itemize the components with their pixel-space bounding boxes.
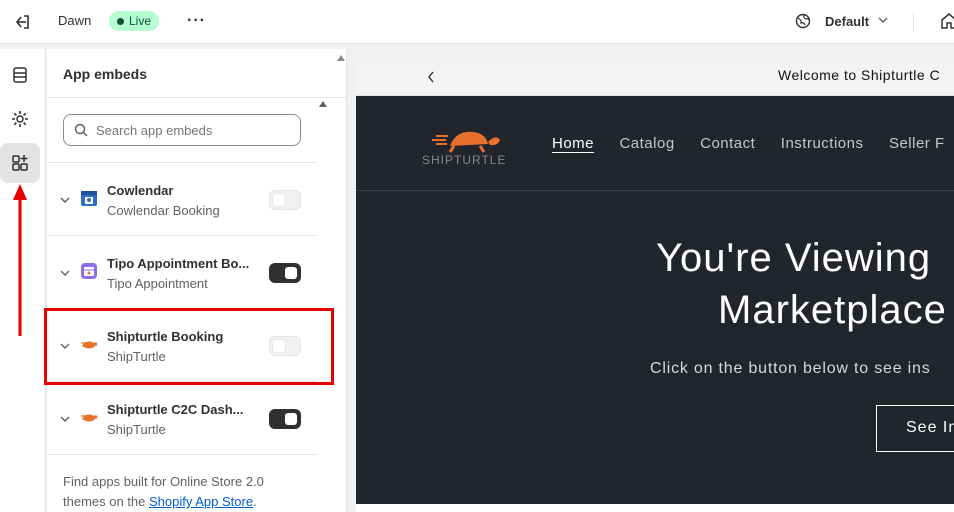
app-name: Cowlendar <box>107 183 174 198</box>
app-name: Tipo Appointment Bo... <box>107 256 250 271</box>
highlight-box <box>44 308 334 385</box>
chevron-down-icon[interactable] <box>60 195 70 205</box>
exit-icon[interactable] <box>12 12 32 32</box>
scroll-up-icon[interactable] <box>319 101 327 107</box>
app-name: Shipturtle C2C Dash... <box>107 402 244 417</box>
gear-icon[interactable] <box>9 108 31 130</box>
panel-title: App embeds <box>63 66 148 82</box>
chevron-left-icon[interactable] <box>426 70 436 84</box>
divider <box>47 97 347 98</box>
divider <box>913 12 914 32</box>
nav-catalog[interactable]: Catalog <box>619 135 674 152</box>
list-item-shipturtle-c2c[interactable]: Shipturtle C2C Dash... ShipTurtle <box>47 381 317 454</box>
nav-home[interactable]: Home <box>552 135 594 152</box>
shipturtle-logo-icon <box>81 414 98 422</box>
search-input[interactable] <box>63 114 301 146</box>
enable-toggle[interactable] <box>269 409 301 429</box>
nav-contact[interactable]: Contact <box>700 135 755 152</box>
list-item-tipo-appointment[interactable]: Tipo Appointment Bo... Tipo Appointment <box>47 235 317 308</box>
hero-heading-line1: You're Viewing <box>656 236 932 280</box>
tipo-logo-icon <box>81 263 97 279</box>
arrow-annotation <box>13 184 27 336</box>
chevron-down-icon[interactable] <box>877 14 889 26</box>
app-provider: ShipTurtle <box>107 422 166 437</box>
theme-name: Dawn <box>58 13 92 28</box>
hero-heading-line2: Marketplace <box>718 288 947 332</box>
home-icon[interactable] <box>940 12 954 30</box>
app-provider: Cowlendar Booking <box>107 203 220 218</box>
site-header: SHIPTURTLE Home Catalog Contact Instruct… <box>356 96 954 191</box>
cowlendar-logo-icon <box>81 191 97 206</box>
chevron-down-icon[interactable] <box>60 414 70 424</box>
footnote: Find apps built for Online Store 2.0 the… <box>63 472 303 512</box>
announcement-text: Welcome to Shipturtle C <box>778 67 941 83</box>
app-embeds-panel: App embeds Cowlendar Cowlendar Booking T… <box>47 49 347 512</box>
scroll-up-icon[interactable] <box>337 55 345 61</box>
store-preview: Welcome to Shipturtle C SHIPTURTLE Home … <box>356 59 954 512</box>
footnote-end: . <box>253 494 257 509</box>
enable-toggle[interactable] <box>269 190 301 210</box>
app-provider: Tipo Appointment <box>107 276 208 291</box>
site-nav: Home Catalog Contact Instructions Seller… <box>552 135 954 153</box>
shipturtle-brand-logo[interactable]: SHIPTURTLE <box>422 124 514 166</box>
announcement-bar: Welcome to Shipturtle C <box>356 59 954 96</box>
live-status-badge: Live <box>109 11 160 31</box>
hero-cta-button[interactable]: See In <box>876 405 954 452</box>
globe-icon[interactable] <box>795 13 811 29</box>
search-icon <box>74 123 88 137</box>
shopify-app-store-link[interactable]: Shopify App Store <box>149 494 253 509</box>
view-selector[interactable]: Default <box>825 14 869 29</box>
brand-wordmark: SHIPTURTLE <box>422 153 506 166</box>
site-body: SHIPTURTLE Home Catalog Contact Instruct… <box>356 96 954 504</box>
divider <box>47 454 317 455</box>
top-bar: Dawn Live ··· Default <box>0 0 954 44</box>
chevron-down-icon[interactable] <box>60 268 70 278</box>
nav-seller[interactable]: Seller F <box>889 135 945 152</box>
enable-toggle[interactable] <box>269 263 301 283</box>
list-item-cowlendar[interactable]: Cowlendar Cowlendar Booking <box>47 162 317 235</box>
app-embeds-icon[interactable] <box>9 152 31 174</box>
more-actions-button[interactable]: ··· <box>187 12 206 30</box>
sections-icon[interactable] <box>9 64 31 86</box>
hero-subtext: Click on the button below to see ins <box>650 360 931 377</box>
nav-instructions[interactable]: Instructions <box>781 135 864 152</box>
